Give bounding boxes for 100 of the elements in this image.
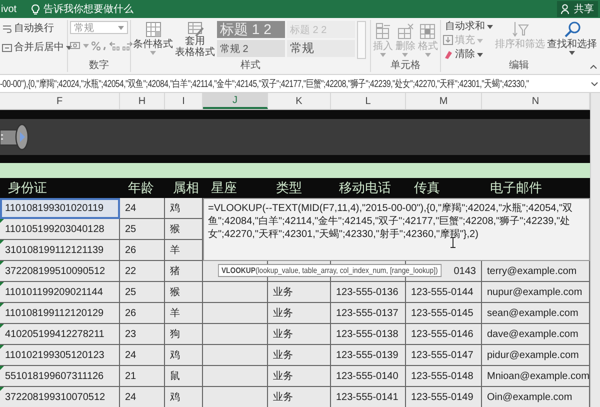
error-indicator-icon bbox=[0, 387, 4, 391]
column-title: 电子邮件 bbox=[489, 179, 543, 197]
table-cell: Oin@example.com bbox=[482, 387, 590, 407]
column-header[interactable]: M bbox=[406, 93, 482, 109]
error-indicator-icon bbox=[0, 240, 4, 244]
formula-text: =VLOOKUP(--TEXT(MID(F7,11,4),"2015-00-00"),{0,"摩羯";42024,"水瓶";42054,"双鱼";42084,"白羊";42114,"金牛";42145,"双子";42177,"巨蟹";42208,"狮子";42239,"处女";42270,"天秤";42301,"天蝎";42330,"射手";42360,"摩羯"},2) bbox=[208, 202, 574, 241]
ribbon-tab[interactable]: ivot bbox=[0, 4, 17, 14]
table-cell: 123-555-0147 bbox=[406, 345, 482, 366]
table-cell: 业务 bbox=[268, 303, 331, 324]
table-brush-icon bbox=[186, 21, 204, 37]
chevron-down-icon bbox=[590, 82, 598, 86]
column-header[interactable]: F bbox=[0, 93, 120, 109]
table-cell: 110105199203040128 bbox=[0, 219, 120, 240]
table-cell: 123-555-0145 bbox=[406, 303, 482, 324]
table-cell: 123-555-0138 bbox=[331, 324, 406, 345]
group-label: 数字 bbox=[89, 60, 109, 72]
table-cell: 110108199301020119 bbox=[0, 198, 120, 219]
person-icon bbox=[561, 4, 571, 14]
column-title: 类型 bbox=[275, 179, 303, 197]
column-header[interactable]: L bbox=[331, 93, 406, 109]
caret-icon bbox=[150, 51, 156, 55]
conditional-format-button[interactable]: 条件格式 bbox=[133, 21, 173, 55]
format-cells-icon bbox=[419, 23, 436, 40]
table-cell: 鼠 bbox=[165, 366, 203, 387]
caret-icon bbox=[487, 24, 493, 28]
share-button[interactable]: 共享 bbox=[557, 1, 598, 17]
wrap-text-icon bbox=[2, 24, 12, 34]
table-cell: 业务 bbox=[268, 387, 331, 407]
formula-bar[interactable]: -00-00"),{0,"摩羯";42024,"水瓶";42054,"双鱼";42084,"白羊";42114,"金牛";42145,"双子";42177,"巨蟹";42208,"狮子";42239,"处女";42270,"天秤";42301,"天蝎";42330," bbox=[0, 75, 588, 92]
table-cell: 123-555-0139 bbox=[331, 345, 406, 366]
table-cell: pidur@example.com bbox=[482, 345, 590, 366]
error-indicator-icon bbox=[0, 282, 4, 286]
caret-icon bbox=[569, 51, 575, 55]
gallery-scrollbar[interactable] bbox=[357, 21, 366, 59]
table-cell: 业务 bbox=[268, 282, 331, 303]
format-as-table-button[interactable]: 套用 表格格式 bbox=[175, 21, 215, 58]
table-cell: terry@example.com bbox=[482, 261, 590, 282]
vertical-scrollbar[interactable] bbox=[590, 93, 600, 407]
column-header[interactable]: J bbox=[203, 93, 268, 109]
table-cell: 狗 bbox=[165, 324, 203, 345]
eraser-icon bbox=[443, 49, 453, 60]
table-cell: sean@example.com bbox=[482, 303, 590, 324]
caret-icon bbox=[83, 44, 89, 48]
table-cell: 24 bbox=[120, 387, 165, 407]
table-cell: 羊 bbox=[165, 303, 203, 324]
tell-me-search[interactable]: 告诉我你想要做什么 bbox=[44, 2, 134, 16]
expand-formula-bar-button[interactable] bbox=[588, 82, 600, 86]
column-title: 移动电话 bbox=[338, 179, 392, 197]
table-cell: 24 bbox=[120, 345, 165, 366]
table-cell: 25 bbox=[120, 219, 165, 240]
table-cell: 25 bbox=[120, 282, 165, 303]
table-cell: 鸡 bbox=[165, 345, 203, 366]
caret-icon bbox=[118, 26, 124, 30]
table-cell: 26 bbox=[120, 303, 165, 324]
column-title: 身份证 bbox=[7, 179, 48, 197]
table-cell: 123-555-0141 bbox=[331, 387, 406, 407]
error-indicator-icon bbox=[0, 324, 4, 328]
sort-filter-icon bbox=[512, 21, 528, 38]
table-cell: 110102199305120123 bbox=[0, 345, 120, 366]
table-cell: 业务 bbox=[268, 345, 331, 366]
column-title: 年龄 bbox=[127, 179, 155, 197]
error-indicator-icon bbox=[0, 303, 4, 307]
cell-editor[interactable]: =VLOOKUP(--TEXT(MID(F7,11,4),"2015-00-00"),{0,"摩羯";42024,"水瓶";42054,"双鱼";42084,"白羊";42114,"金牛";42145,"双子";42177,"巨蟹";42208,"狮子";42239,"处女";42270,"天秤";42301,"天蝎";42330,"射手";42360,"摩羯"},2) bbox=[203, 198, 590, 261]
ribbon-button[interactable]: 自动求和 bbox=[443, 21, 493, 32]
table-cell: 310108199112121139 bbox=[0, 240, 120, 261]
table-cell: 410205199412278211 bbox=[0, 324, 120, 345]
ribbon-button[interactable]: 清除 bbox=[443, 49, 493, 60]
table-cell: 24 bbox=[120, 198, 165, 219]
error-indicator-icon bbox=[0, 219, 4, 223]
table-cell: 123-555-0146 bbox=[406, 324, 482, 345]
ribbon-button[interactable]: 合并后居中 bbox=[2, 42, 72, 53]
find-select-button[interactable]: 查找和选择 bbox=[547, 21, 597, 55]
currency-icon bbox=[70, 41, 81, 51]
table-cell: 123-555-0140 bbox=[331, 366, 406, 387]
cell-style-swatch[interactable]: 常规 2 bbox=[217, 40, 285, 57]
table-cell: 猴 bbox=[165, 282, 203, 303]
ribbon-button[interactable]: 自动换行 bbox=[2, 23, 54, 34]
search-icon bbox=[564, 21, 580, 38]
column-title: 属相 bbox=[172, 179, 200, 197]
column-header[interactable]: K bbox=[268, 93, 331, 109]
table-cell: 372208199510090512 bbox=[0, 261, 120, 282]
table-cell: nupur@example.com bbox=[482, 282, 590, 303]
table-cell: 22 bbox=[120, 261, 165, 282]
column-title: 星座 bbox=[210, 179, 238, 197]
table-cell: dave@example.com bbox=[482, 324, 590, 345]
percent-icon bbox=[91, 41, 101, 51]
caret-icon bbox=[477, 38, 483, 42]
fill-down-icon bbox=[443, 35, 453, 46]
table-cell: 123-555-0149 bbox=[406, 387, 482, 407]
table-cell: 123-555-0148 bbox=[406, 366, 482, 387]
table-cell: 123-555-0137 bbox=[331, 303, 406, 324]
caret-icon bbox=[402, 53, 408, 57]
table-cell: 21 bbox=[120, 366, 165, 387]
collapse-ribbon-button[interactable] bbox=[590, 65, 597, 69]
cell-style-swatch[interactable]: 常规 bbox=[287, 40, 355, 57]
error-indicator-icon bbox=[0, 345, 4, 349]
caret-icon bbox=[380, 53, 386, 57]
caret-icon bbox=[477, 52, 483, 56]
table-cell: 羊 bbox=[165, 240, 203, 261]
column-header[interactable]: H bbox=[120, 93, 165, 109]
